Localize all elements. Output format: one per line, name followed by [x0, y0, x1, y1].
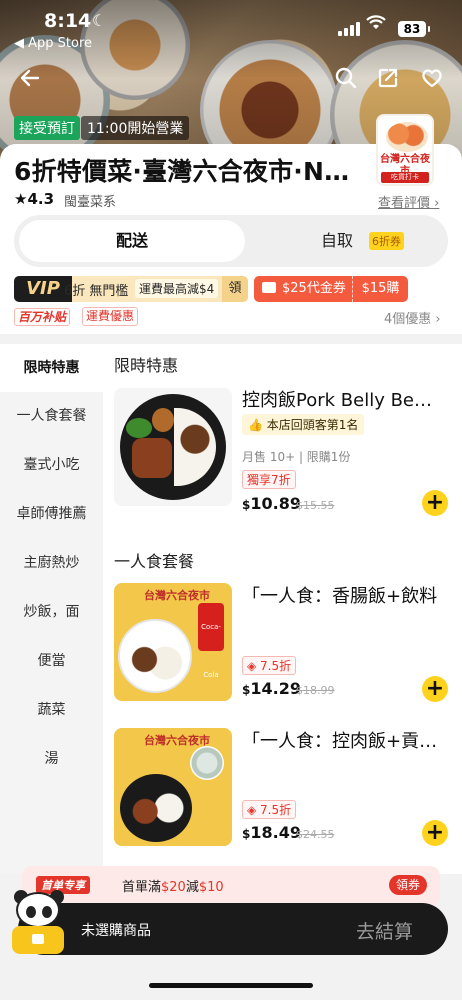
ticket-icon	[262, 282, 276, 293]
monthly-sales: 月售 10+ | 限購1份	[242, 450, 351, 464]
store-logo-sub: 吃貨打卡	[381, 172, 429, 183]
tag-icon: ◈	[247, 659, 261, 673]
claim-coupon-button[interactable]: 領券	[389, 875, 427, 895]
shipping-offer-tag: 運費優惠	[82, 307, 139, 326]
sidebar-item-solo-set[interactable]: 一人食套餐	[0, 392, 103, 440]
signal-icon	[338, 22, 360, 36]
cart-status-text: 未選購商品	[81, 923, 151, 939]
drink-can: Coca-Cola	[198, 603, 224, 679]
dish-price: $18.49	[242, 823, 301, 842]
sidebar-item-stir-fry[interactable]: 主廚熱炒	[0, 539, 103, 587]
back-arrow-icon[interactable]	[14, 66, 46, 98]
dish-image[interactable]	[114, 388, 232, 506]
discount-tag: 獨享7折	[242, 470, 296, 489]
voucher-coupon[interactable]: $25代金券	[254, 276, 352, 302]
add-to-cart-button[interactable]: +	[422, 676, 448, 702]
checkout-button[interactable]: 去結算	[356, 917, 413, 944]
sidebar-item-soup[interactable]: 湯	[0, 735, 103, 783]
store-logo[interactable]: 台灣六合夜市 吃貨打卡	[376, 114, 434, 186]
share-icon[interactable]	[372, 66, 404, 98]
dish-image[interactable]: 台灣六合夜市 Coca-Cola	[114, 583, 232, 701]
delivery-tab[interactable]: 配送	[19, 220, 245, 262]
store-title[interactable]: 6折特價菜·臺灣六合夜市·N…	[14, 152, 369, 188]
dish-image[interactable]: 台灣六合夜市	[114, 728, 232, 846]
discount-tag: ◈ 7.5折	[242, 656, 297, 675]
rank-badge: 👍 本店回頭客第1名	[242, 414, 365, 435]
pickup-tab[interactable]: 自取	[321, 215, 353, 267]
dish-name[interactable]: 控肉飯Pork Belly Be…	[242, 386, 450, 412]
sidebar-item-fried-rice-noodles[interactable]: 炒飯，面	[0, 588, 103, 636]
voucher-label: $25代金券	[282, 281, 346, 296]
voucher-buy-button[interactable]: $15購	[352, 276, 408, 302]
section-title: 一人食套餐	[114, 552, 195, 571]
sidebar-item-bento[interactable]: 便當	[0, 637, 103, 685]
discount-tag: ◈ 7.5折	[242, 800, 297, 819]
opening-time-tag: 11:00開始營業	[81, 116, 190, 140]
favorite-heart-icon[interactable]	[416, 66, 448, 98]
view-reviews-link[interactable]: 查看評價 ›	[378, 192, 439, 211]
vip-discount: 6折 無門檻	[64, 284, 129, 299]
star-icon: ★	[14, 190, 28, 208]
first-order-promo-text: 首單滿$20減$10	[122, 880, 224, 895]
panda-mascot-cart-icon[interactable]	[6, 890, 72, 956]
dish-price: $10.89	[242, 494, 301, 513]
wifi-icon	[366, 15, 386, 36]
offers-count-link[interactable]: 4個優惠 ›	[384, 308, 441, 327]
thumbs-up-icon: 👍	[248, 418, 267, 432]
battery-icon: 83	[398, 21, 430, 37]
back-to-app-store[interactable]: ◀ App Store	[14, 36, 92, 51]
original-price: $18.99	[296, 684, 335, 697]
dish-price: $14.29	[242, 679, 301, 698]
vip-claim-button[interactable]: 領	[222, 276, 248, 302]
store-rating: ★4.3	[14, 190, 54, 208]
vip-shipping-cap: 運費最高減$4	[135, 279, 219, 298]
moon-icon: ☾	[92, 11, 107, 30]
delivery-mode-toggle: 配送 自取 6折券	[14, 215, 448, 267]
dish-image-title: 台灣六合夜市	[144, 589, 210, 602]
search-icon[interactable]	[330, 66, 362, 98]
original-price: $15.55	[296, 499, 335, 512]
sidebar-item-limited-offer[interactable]: 限時特惠	[0, 344, 103, 392]
pickup-discount-badge: 6折券	[369, 232, 404, 250]
home-indicator[interactable]	[149, 983, 313, 988]
dish-image-title: 台灣六合夜市	[144, 734, 210, 747]
add-to-cart-button[interactable]: +	[422, 490, 448, 516]
original-price: $24.55	[296, 828, 335, 841]
status-time: 8:14	[44, 10, 92, 32]
tag-icon: ◈	[247, 803, 261, 817]
dish-name[interactable]: 「一人食：控肉飯+貢…	[242, 727, 450, 753]
section-title: 限時特惠	[114, 356, 179, 375]
status-bar: 8:14 ☾	[0, 10, 462, 34]
dish-name[interactable]: 「一人食：香腸飯+飲料	[242, 582, 450, 608]
preorder-tag: 接受預訂	[14, 116, 80, 140]
sidebar-item-vegetables[interactable]: 蔬菜	[0, 686, 103, 734]
rating-value: 4.3	[27, 190, 55, 208]
subsidy-tag: 百万补贴	[14, 308, 71, 326]
sidebar-item-taiwan-snacks[interactable]: 臺式小吃	[0, 441, 103, 489]
add-to-cart-button[interactable]: +	[422, 820, 448, 846]
cuisine-label: 閩臺菜系	[64, 195, 117, 210]
sidebar-item-chef-recommend[interactable]: 卓師傅推薦	[0, 490, 103, 538]
